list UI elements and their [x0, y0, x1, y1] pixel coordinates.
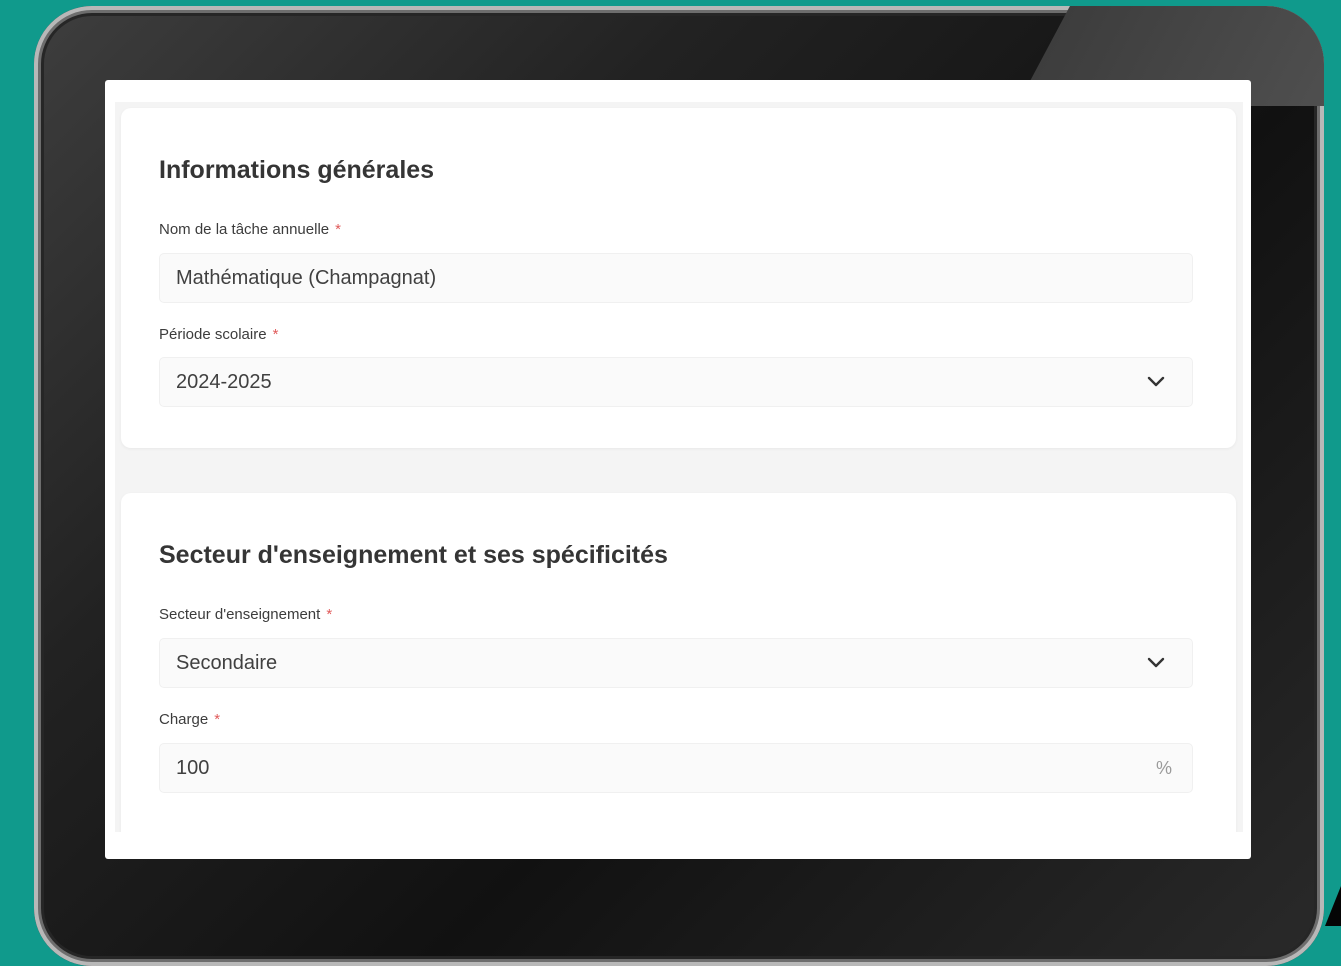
general-info-card: Informations générales Nom de la tâche a… — [121, 108, 1236, 448]
task-name-value: Mathématique (Champagnat) — [176, 267, 437, 289]
teaching-sector-select[interactable]: Secondaire — [159, 638, 1193, 688]
teaching-sector-label-text: Secteur d'enseignement — [159, 606, 321, 623]
section-title-sector: Secteur d'enseignement et ses spécificit… — [159, 541, 668, 569]
chevron-down-icon[interactable] — [1146, 653, 1166, 673]
teaching-sector-value: Secondaire — [176, 652, 278, 674]
required-mark: * — [214, 711, 221, 728]
workload-label-text: Charge — [159, 711, 209, 728]
workload-input[interactable]: 100 % — [159, 743, 1193, 793]
tablet-screen: Informations générales Nom de la tâche a… — [105, 80, 1251, 859]
teaching-sector-card: Secteur d'enseignement et ses spécificit… — [121, 493, 1236, 832]
workload-value: 100 — [176, 757, 210, 779]
school-period-value: 2024-2025 — [176, 371, 272, 393]
chevron-down-icon[interactable] — [1146, 372, 1166, 392]
task-name-label-text: Nom de la tâche annuelle — [159, 221, 330, 238]
school-period-label-text: Période scolaire — [159, 326, 267, 343]
required-mark: * — [326, 606, 333, 623]
task-name-label: Nom de la tâche annuelle * — [159, 221, 341, 238]
form-container: Informations générales Nom de la tâche a… — [115, 102, 1243, 832]
teaching-sector-label: Secteur d'enseignement * — [159, 606, 332, 623]
section-title-general: Informations générales — [159, 156, 435, 184]
required-mark: * — [272, 326, 279, 343]
school-period-label: Période scolaire * — [159, 326, 278, 343]
required-mark: * — [335, 221, 341, 238]
task-name-input[interactable]: Mathématique (Champagnat) — [159, 253, 1193, 303]
school-period-select[interactable]: 2024-2025 — [159, 357, 1193, 407]
workload-label: Charge * — [159, 711, 220, 728]
page-corner — [1325, 886, 1341, 926]
percent-suffix: % — [1155, 758, 1172, 778]
